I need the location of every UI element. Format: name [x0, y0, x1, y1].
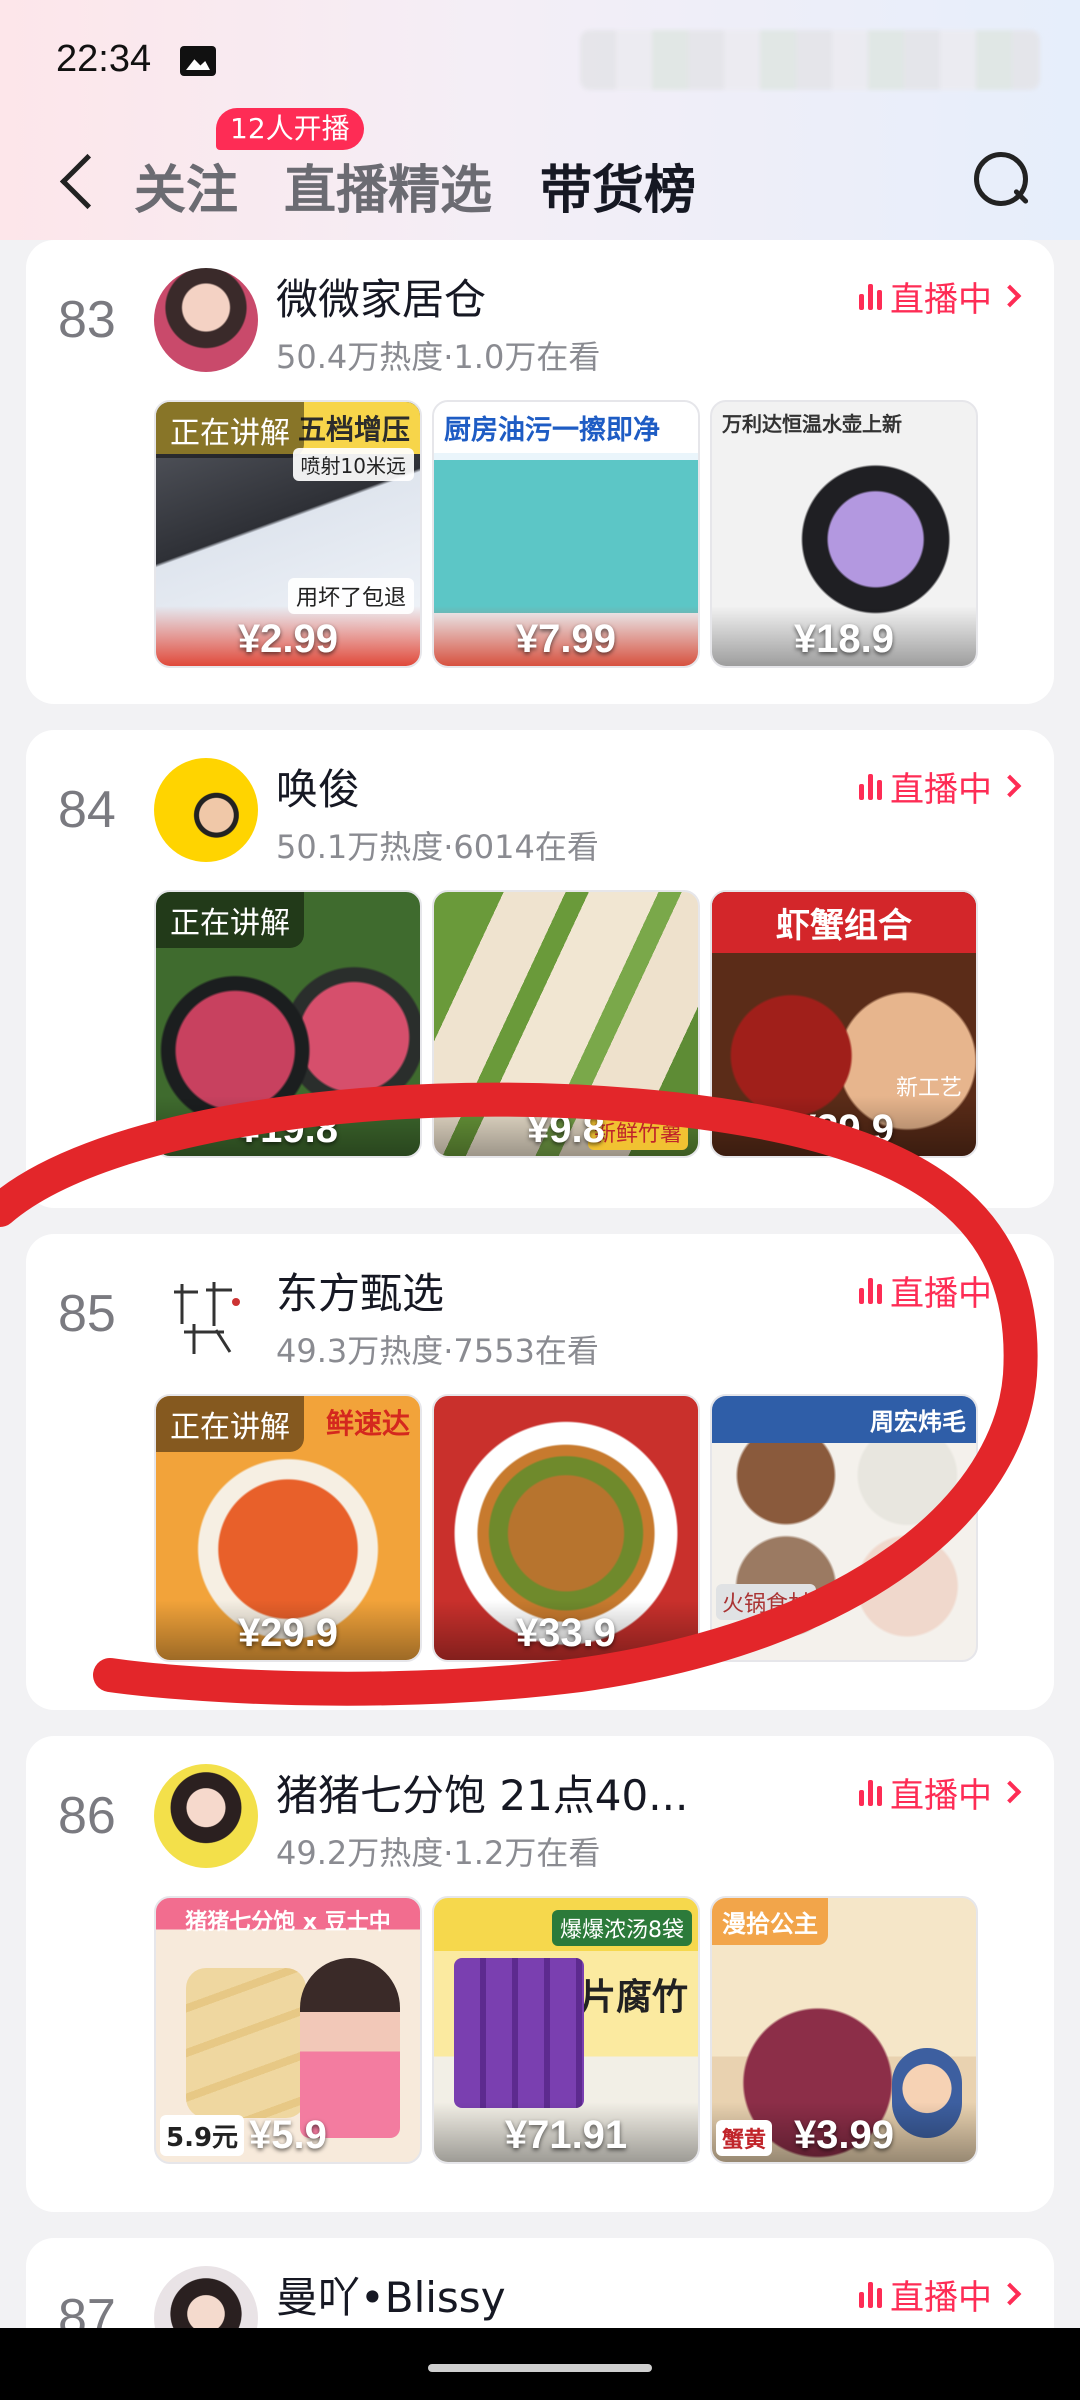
product-row: 五档增压 正在讲解 喷射10米远 用坏了包退 ¥2.99 厨房油污一擦即净 ¥7… — [154, 400, 978, 668]
live-now-label: 直播中 — [890, 2277, 992, 2318]
streamer-name[interactable]: 东方甄选 — [276, 1260, 444, 1321]
avatar[interactable] — [154, 758, 258, 862]
rank-number: 85 — [58, 1285, 116, 1343]
live-bars-icon — [859, 282, 882, 310]
streamer-name[interactable]: 猪猪七分饱 21点40... — [276, 1762, 688, 1823]
live-now-button[interactable]: 直播中 — [859, 2270, 1022, 2318]
product-price: ¥9.8 — [527, 1107, 605, 1151]
streamer-card[interactable]: 84 唤俊 50.1万热度·6014在看 直播中 正在讲解 ¥19.8 新鲜竹薯… — [26, 730, 1054, 1208]
live-bars-icon — [859, 2280, 882, 2308]
product-card[interactable]: 五档增压 正在讲解 喷射10米远 用坏了包退 ¥2.99 — [154, 400, 422, 668]
tab-live-picks[interactable]: 直播精选 — [284, 148, 492, 223]
live-now-button[interactable]: 直播中 — [859, 1768, 1022, 1816]
product-card[interactable]: 正在讲解 ¥19.8 — [154, 890, 422, 1158]
live-bars-icon — [859, 1778, 882, 1806]
gallery-icon — [180, 46, 216, 76]
product-price: ¥18.9 — [793, 617, 895, 661]
live-now-label: 直播中 — [890, 1273, 992, 1314]
chevron-right-icon — [998, 284, 1022, 308]
top-navigation: 关注 直播精选 12人开播 带货榜 — [0, 108, 1080, 240]
product-card[interactable]: ¥33.9 — [432, 1394, 700, 1662]
system-navigation-bar — [0, 2328, 1080, 2400]
product-card[interactable]: 周宏炜毛 火锅食材 — [710, 1394, 978, 1662]
live-now-button[interactable]: 直播中 — [859, 762, 1022, 810]
product-card[interactable]: 鲜速达 正在讲解 ¥29.9 — [154, 1394, 422, 1662]
streamer-stats: 50.1万热度·6014在看 — [276, 828, 599, 866]
streamer-name[interactable]: 微微家居仓 — [276, 266, 486, 327]
rank-number: 84 — [58, 781, 116, 839]
product-title: 万利达恒温水壶上新 — [722, 412, 902, 436]
product-price: ¥29.9 — [237, 1611, 339, 1655]
product-card[interactable]: 新鲜竹薯 ¥9.8 — [432, 890, 700, 1158]
explaining-tag: 正在讲解 — [156, 1396, 304, 1452]
streamer-stats: 49.2万热度·1.2万在看 — [276, 1834, 601, 1872]
explaining-tag: 正在讲解 — [156, 892, 304, 948]
tab-follow[interactable]: 关注 — [134, 148, 238, 223]
live-now-label: 直播中 — [890, 279, 992, 320]
product-price: ¥19.8 — [237, 1107, 339, 1151]
product-price: ¥29.9 — [793, 1107, 895, 1151]
product-card[interactable]: 万利达恒温水壶上新 ¥18.9 — [710, 400, 978, 668]
avatar[interactable] — [154, 1764, 258, 1868]
chevron-right-icon — [998, 2282, 1022, 2306]
search-icon[interactable] — [972, 150, 1032, 214]
live-bars-icon — [859, 772, 882, 800]
chevron-right-icon — [998, 1780, 1022, 1804]
product-title: 虾蟹组合 — [712, 892, 976, 953]
product-price: ¥3.99 — [793, 2113, 895, 2157]
streamer-card[interactable]: 85 东方甄选 49.3万热度·7553在看 直播中 鲜速达 正在讲解 ¥29.… — [26, 1234, 1054, 1710]
avatar[interactable] — [154, 268, 258, 372]
product-note: 爆爆浓汤8袋 — [552, 1910, 692, 1946]
status-bar: 22:34 — [0, 0, 1080, 120]
chevron-right-icon — [998, 1278, 1022, 1302]
product-card[interactable]: 大片腐竹 爆爆浓汤8袋 ¥71.91 — [432, 1896, 700, 2164]
product-price: ¥33.9 — [515, 1611, 617, 1655]
chevron-right-icon — [998, 774, 1022, 798]
rank-number: 83 — [58, 291, 116, 349]
home-indicator[interactable] — [428, 2364, 652, 2372]
product-title: 厨房油污一擦即净 — [434, 402, 698, 453]
live-now-label: 直播中 — [890, 769, 992, 810]
product-row: 鲜速达 正在讲解 ¥29.9 ¥33.9 周宏炜毛 火锅食材 — [154, 1394, 978, 1662]
streamer-card[interactable]: 86 猪猪七分饱 21点40... 49.2万热度·1.2万在看 直播中 猪猪七… — [26, 1736, 1054, 2212]
product-note: 喷射10米远 — [292, 448, 414, 481]
product-price: ¥5.9 — [249, 2113, 327, 2157]
product-card[interactable]: 厨房油污一擦即净 ¥7.99 — [432, 400, 700, 668]
brand-logo-icon — [174, 1282, 240, 1354]
product-card[interactable]: 猪猪七分饱 x 豆士中 5.9元 ¥5.9 — [154, 1896, 422, 2164]
product-price: ¥7.99 — [515, 617, 617, 661]
product-price: ¥2.99 — [237, 617, 339, 661]
streamer-name[interactable]: 唤俊 — [276, 756, 360, 817]
product-title: 漫拾公主 — [712, 1898, 828, 1945]
live-bars-icon — [859, 1276, 882, 1304]
live-now-label: 直播中 — [890, 1775, 992, 1816]
avatar[interactable] — [154, 1262, 258, 1366]
product-card[interactable]: 漫拾公主 蟹黄 ¥3.99 — [710, 1896, 978, 2164]
back-arrow-icon[interactable] — [56, 150, 96, 210]
rank-number: 86 — [58, 1787, 116, 1845]
product-row: 猪猪七分饱 x 豆士中 5.9元 ¥5.9 大片腐竹 爆爆浓汤8袋 ¥71.91… — [154, 1896, 978, 2164]
live-now-button[interactable]: 直播中 — [859, 272, 1022, 320]
streamer-stats: 50.4万热度·1.0万在看 — [276, 338, 601, 376]
product-card[interactable]: 虾蟹组合 新工艺 ¥29.9 — [710, 890, 978, 1158]
status-time: 22:34 — [56, 38, 152, 80]
live-count-badge: 12人开播 — [216, 108, 364, 150]
streamer-card[interactable]: 83 微微家居仓 50.4万热度·1.0万在看 直播中 五档增压 正在讲解 喷射… — [26, 240, 1054, 704]
product-note: 新工艺 — [895, 1076, 962, 1101]
streamer-stats: 49.3万热度·7553在看 — [276, 1332, 599, 1370]
status-icons-blurred — [580, 30, 1040, 90]
product-note: 火锅食材 — [716, 1584, 817, 1620]
product-title: 周宏炜毛 — [712, 1396, 976, 1443]
streamer-name[interactable]: 曼吖•Blissy — [276, 2264, 506, 2325]
product-title: 猪猪七分饱 x 豆士中 — [185, 1910, 391, 1935]
live-now-button[interactable]: 直播中 — [859, 1266, 1022, 1314]
tab-sales-ranking[interactable]: 带货榜 — [540, 148, 696, 223]
product-note: 用坏了包退 — [287, 578, 414, 614]
product-price: ¥71.91 — [504, 2113, 628, 2157]
explaining-tag: 正在讲解 — [156, 402, 304, 458]
product-row: 正在讲解 ¥19.8 新鲜竹薯 ¥9.8 虾蟹组合 新工艺 ¥29.9 — [154, 890, 978, 1158]
